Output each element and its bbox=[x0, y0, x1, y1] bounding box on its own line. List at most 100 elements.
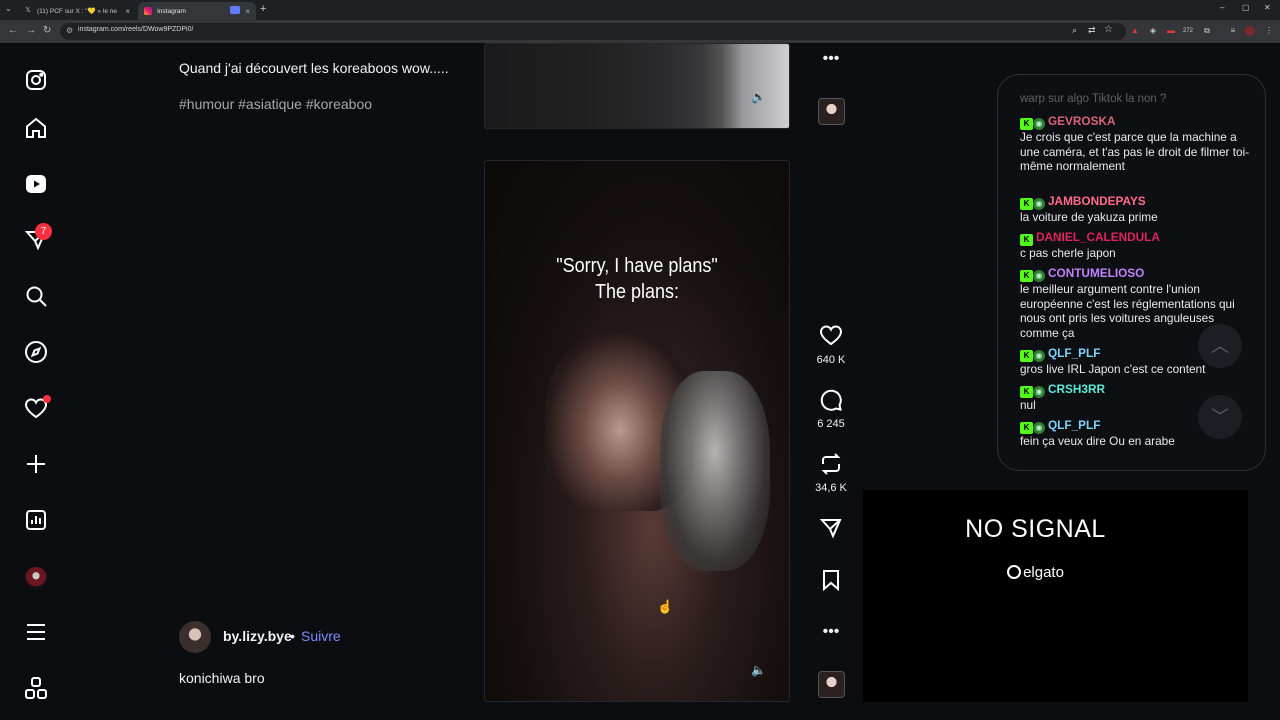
maximize-button[interactable]: ▢ bbox=[1242, 3, 1250, 12]
hand-cursor-icon: ☝ bbox=[657, 599, 674, 614]
repost-icon[interactable] bbox=[815, 452, 847, 481]
translate-icon[interactable]: ⇄ bbox=[1088, 25, 1096, 36]
follow-button[interactable]: Suivre bbox=[301, 628, 341, 644]
url-text[interactable]: instagram.com/reels/DWow9PZDPi0/ bbox=[78, 26, 193, 33]
audio-avatar[interactable] bbox=[818, 98, 845, 125]
chat-text: nul bbox=[1020, 398, 1036, 412]
repost-count: 34,6 K bbox=[815, 482, 847, 494]
elgato-icon bbox=[1007, 565, 1022, 579]
omnibox[interactable]: ⚙ instagram.com/reels/DWow9PZDPi0/ ⌕ ⇄ ☆ bbox=[60, 23, 1126, 40]
mute-icon[interactable]: 🔈 bbox=[751, 663, 766, 677]
post-caption: konichiwa bro bbox=[179, 670, 265, 686]
elgato-logo: elgato bbox=[863, 564, 1208, 581]
alien-badge-icon: ◉ bbox=[1033, 198, 1045, 210]
minimize-button[interactable]: – bbox=[1220, 3, 1224, 12]
comment-icon[interactable] bbox=[815, 388, 847, 417]
share-icon[interactable] bbox=[815, 516, 847, 545]
tab-search-icon[interactable]: ⌄ bbox=[5, 4, 12, 13]
more-options-icon[interactable]: ••• bbox=[815, 623, 847, 641]
notification-dot bbox=[43, 395, 51, 403]
kick-badge-icon: K bbox=[1020, 118, 1033, 130]
comment-count: 6 245 bbox=[817, 418, 845, 430]
site-info-icon[interactable]: ⚙ bbox=[66, 26, 73, 35]
extension-badge-icon[interactable]: 272 bbox=[1183, 26, 1193, 36]
chat-text: la voiture de yakuza prime bbox=[1020, 210, 1158, 224]
audio-avatar[interactable] bbox=[818, 671, 845, 698]
alien-badge-icon: ◉ bbox=[1033, 350, 1045, 362]
close-tab-icon[interactable]: × bbox=[125, 7, 130, 16]
chat-username: JAMBONDEPAYS bbox=[1048, 194, 1146, 208]
close-window-button[interactable]: ✕ bbox=[1264, 3, 1271, 12]
author-username[interactable]: by.lizy.bye bbox=[223, 628, 292, 644]
menu-icon[interactable]: ⋮ bbox=[1264, 26, 1274, 36]
brand-text: elgato bbox=[1023, 564, 1064, 581]
tab-instagram[interactable]: Instagram × bbox=[138, 2, 256, 20]
new-tab-button[interactable]: + bbox=[260, 3, 266, 15]
bookmark-star-icon[interactable]: ☆ bbox=[1104, 24, 1113, 35]
kick-badge-icon: K bbox=[1020, 422, 1033, 434]
chat-username: CRSH3RR bbox=[1048, 382, 1106, 396]
tab-title: (11) PCF sur X : "💛 » le ne ev bbox=[37, 8, 119, 15]
save-icon[interactable] bbox=[815, 568, 847, 597]
like-icon[interactable] bbox=[815, 323, 847, 352]
browser-tab-bar: ⌄ 𝕏 (11) PCF sur X : "💛 » le ne ev × Ins… bbox=[0, 0, 1280, 20]
alien-badge-icon: ◉ bbox=[1033, 386, 1045, 398]
extensions-puzzle-icon[interactable]: ⧉ bbox=[1202, 26, 1212, 36]
reload-button[interactable]: ↻ bbox=[43, 25, 51, 36]
chat-username: QLF_PLF bbox=[1048, 418, 1101, 432]
chat-text: fein ça veux dire Ou en arabe bbox=[1020, 434, 1175, 448]
more-options-icon[interactable]: ••• bbox=[815, 50, 847, 68]
chat-username: GEVROSKA bbox=[1048, 114, 1116, 128]
reel-video[interactable]: "Sorry, I have plans" The plans: 🔈 bbox=[484, 160, 790, 702]
alien-badge-icon: ◉ bbox=[1033, 118, 1045, 130]
reels-icon[interactable] bbox=[21, 169, 51, 199]
chat-text: Je crois que c'est parce que la machine … bbox=[1020, 130, 1250, 174]
chat-message: K ◉ JAMBONDEPAYS la voiture de yakuza prim… bbox=[1020, 194, 1256, 225]
chat-text: gros live IRL Japon c'est ce content bbox=[1020, 362, 1206, 376]
address-bar-row: ← → ↻ ⚙ instagram.com/reels/DWow9PZDPi0/… bbox=[0, 20, 1280, 43]
more-menu-icon[interactable] bbox=[21, 617, 51, 647]
author-avatar[interactable] bbox=[179, 621, 211, 653]
create-icon[interactable] bbox=[21, 449, 51, 479]
back-button[interactable]: ← bbox=[8, 25, 18, 36]
kick-badge-icon: K bbox=[1020, 270, 1033, 282]
alien-badge-icon: ◉ bbox=[1033, 270, 1045, 282]
close-tab-icon[interactable]: × bbox=[245, 7, 250, 16]
kick-badge-icon: K bbox=[1020, 198, 1033, 210]
like-count: 640 K bbox=[816, 354, 846, 366]
downloads-icon[interactable]: ≡ bbox=[1228, 26, 1238, 36]
explore-icon[interactable] bbox=[21, 337, 51, 367]
profile-icon[interactable] bbox=[1245, 26, 1255, 36]
post-hashtags[interactable]: #humour #asiatique #koreaboo bbox=[179, 96, 372, 112]
chat-username: CONTUMELIOSO bbox=[1048, 266, 1145, 280]
chat-username: DANIEL_CALENDULA bbox=[1036, 230, 1160, 244]
tab-title: Instagram bbox=[157, 7, 186, 15]
chat-text: c pas cherle japon bbox=[1020, 246, 1116, 260]
instagram-icon bbox=[144, 7, 152, 15]
bottle-image bbox=[660, 371, 770, 571]
instagram-logo-icon[interactable] bbox=[21, 65, 51, 95]
profile-avatar[interactable] bbox=[25, 567, 47, 589]
home-icon[interactable] bbox=[21, 113, 51, 143]
search-icon[interactable] bbox=[21, 281, 51, 311]
chat-username: QLF_PLF bbox=[1048, 346, 1101, 360]
forward-button[interactable]: → bbox=[26, 25, 36, 36]
kick-badge-icon: K bbox=[1020, 234, 1033, 246]
also-from-meta-icon[interactable] bbox=[21, 673, 51, 703]
chat-message: K ◉ GEVROSKA Je crois que c'est parce que … bbox=[1020, 114, 1256, 174]
pdf-extension-icon[interactable]: ▲ bbox=[1130, 26, 1140, 36]
tab-x[interactable]: 𝕏 (11) PCF sur X : "💛 » le ne ev × bbox=[18, 2, 136, 20]
zoom-icon[interactable]: ⌕ bbox=[1072, 25, 1077, 36]
media-icon bbox=[230, 6, 240, 14]
reel-video-previous[interactable]: 🔈 bbox=[484, 43, 790, 129]
instagram-page: 7 Quand j'ai découvert les koreaboos wow… bbox=[0, 43, 1280, 720]
scroll-down-icon[interactable]: ﹀ bbox=[1198, 395, 1242, 439]
dashboard-icon[interactable] bbox=[21, 505, 51, 535]
scroll-up-icon[interactable]: ︿ bbox=[1198, 324, 1242, 368]
notification-badge: 7 bbox=[35, 223, 52, 240]
mute-icon[interactable]: 🔈 bbox=[751, 90, 766, 104]
no-signal-text: NO SIGNAL bbox=[965, 515, 1106, 543]
x-icon: 𝕏 bbox=[25, 7, 31, 14]
extension-icon[interactable]: ◈ bbox=[1148, 26, 1158, 36]
video-extension-icon[interactable]: ▬ bbox=[1166, 26, 1176, 36]
